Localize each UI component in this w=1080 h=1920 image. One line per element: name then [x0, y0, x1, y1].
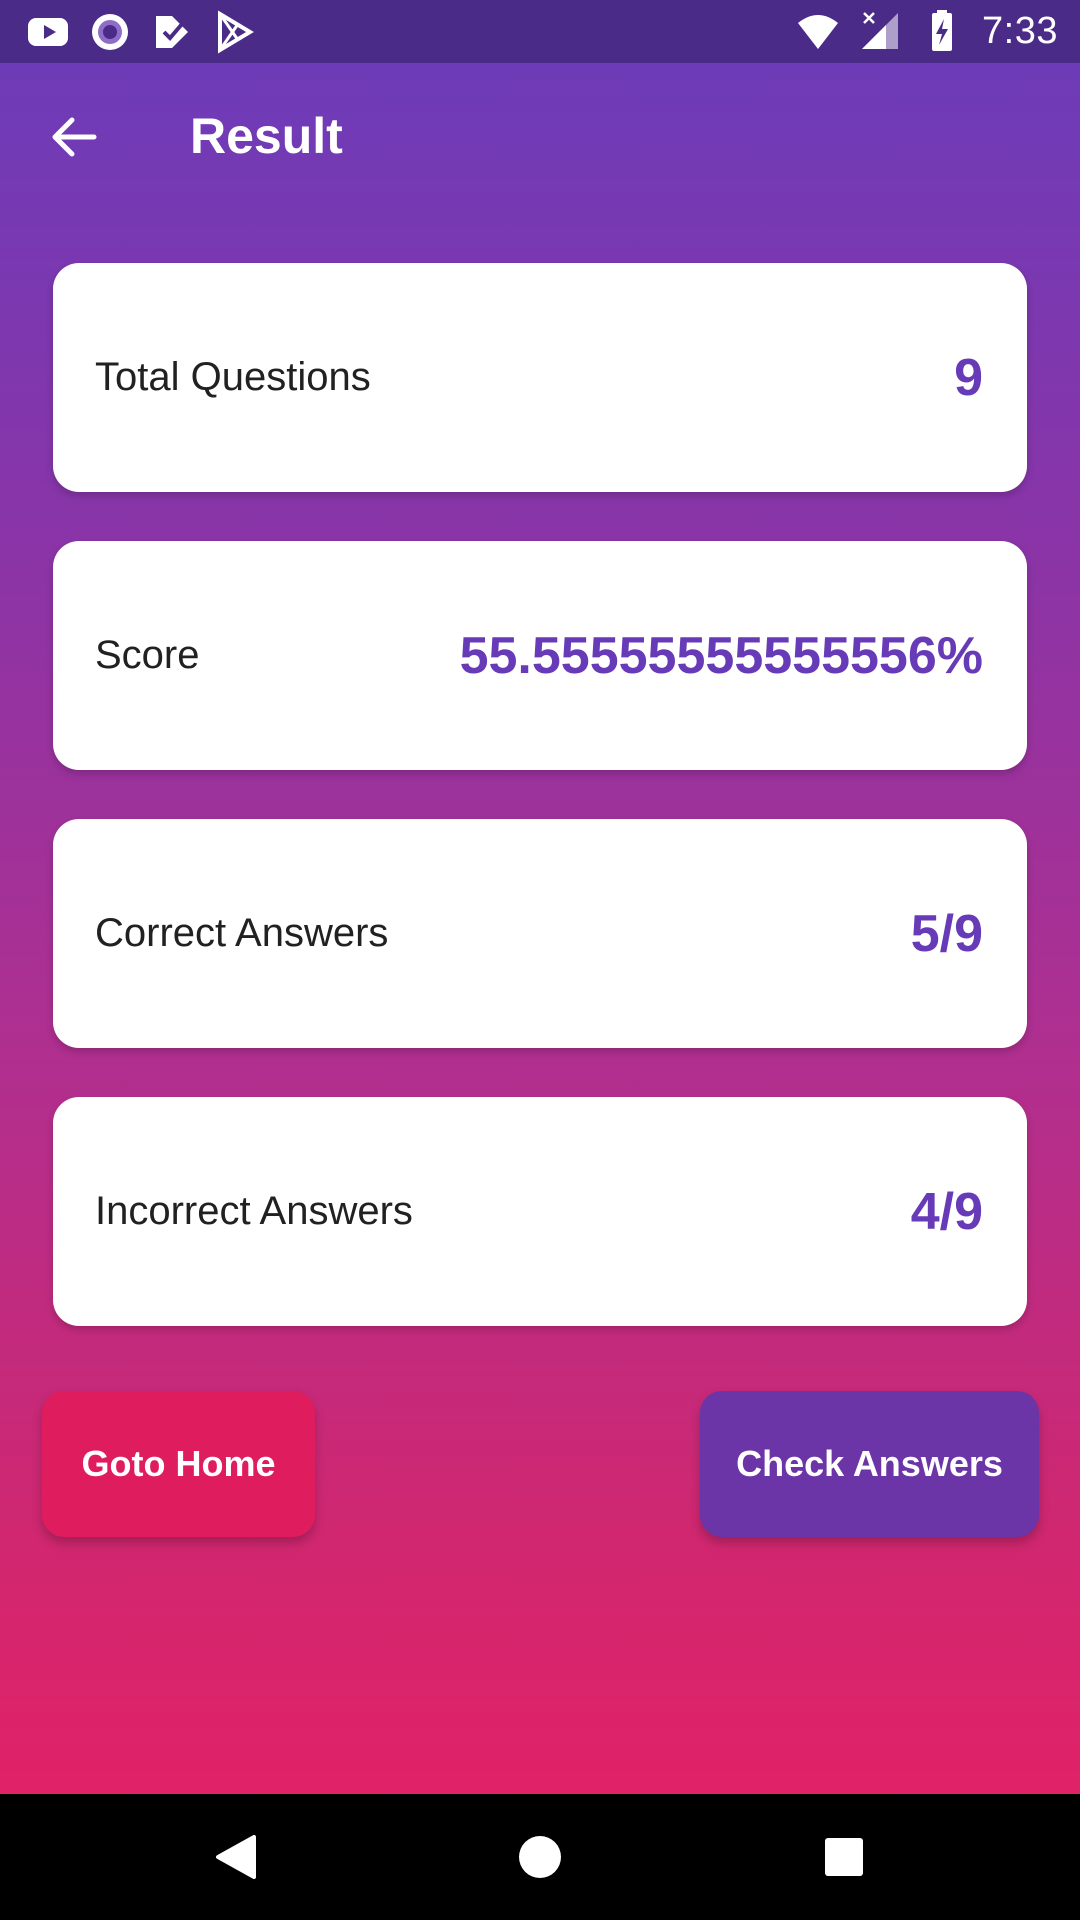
radio-icon [88, 10, 132, 54]
score-label: Score [95, 633, 200, 677]
incorrect-answers-label: Incorrect Answers [95, 1189, 413, 1233]
goto-home-button[interactable]: Goto Home [42, 1391, 315, 1537]
signal-icon [858, 9, 902, 53]
back-button[interactable] [38, 101, 110, 173]
incorrect-answers-value: 4/9 [910, 1182, 983, 1241]
correct-answers-card: Correct Answers 5/9 [53, 819, 1027, 1048]
task-check-icon [150, 10, 194, 54]
nav-home-icon [519, 1836, 561, 1878]
status-bar: 7:33 [0, 0, 1080, 63]
correct-answers-label: Correct Answers [95, 911, 389, 955]
page-title: Result [190, 108, 343, 164]
correct-answers-value: 5/9 [910, 904, 983, 963]
check-answers-button[interactable]: Check Answers [700, 1391, 1039, 1537]
total-questions-label: Total Questions [95, 355, 371, 399]
total-questions-card: Total Questions 9 [53, 263, 1027, 492]
status-time: 7:33 [982, 9, 1058, 52]
nav-back-icon [216, 1835, 256, 1879]
total-questions-value: 9 [954, 348, 983, 407]
status-left-icons [26, 10, 256, 54]
score-card: Score 55.55555555555556% [53, 541, 1027, 770]
arrow-back-icon [52, 117, 97, 157]
youtube-icon [26, 10, 70, 54]
score-value: 55.55555555555556% [459, 626, 983, 685]
nav-back-button[interactable] [203, 1824, 269, 1890]
app-bar: Result [0, 63, 1080, 213]
wifi-icon [796, 9, 840, 53]
navigation-bar [0, 1794, 1080, 1920]
status-right-icons: 7:33 [796, 8, 1058, 54]
nav-recents-icon [825, 1838, 863, 1876]
nav-recents-button[interactable] [811, 1824, 877, 1890]
play-store-icon [212, 10, 256, 54]
nav-home-button[interactable] [507, 1824, 573, 1890]
battery-charging-icon [920, 9, 964, 53]
incorrect-answers-card: Incorrect Answers 4/9 [53, 1097, 1027, 1326]
